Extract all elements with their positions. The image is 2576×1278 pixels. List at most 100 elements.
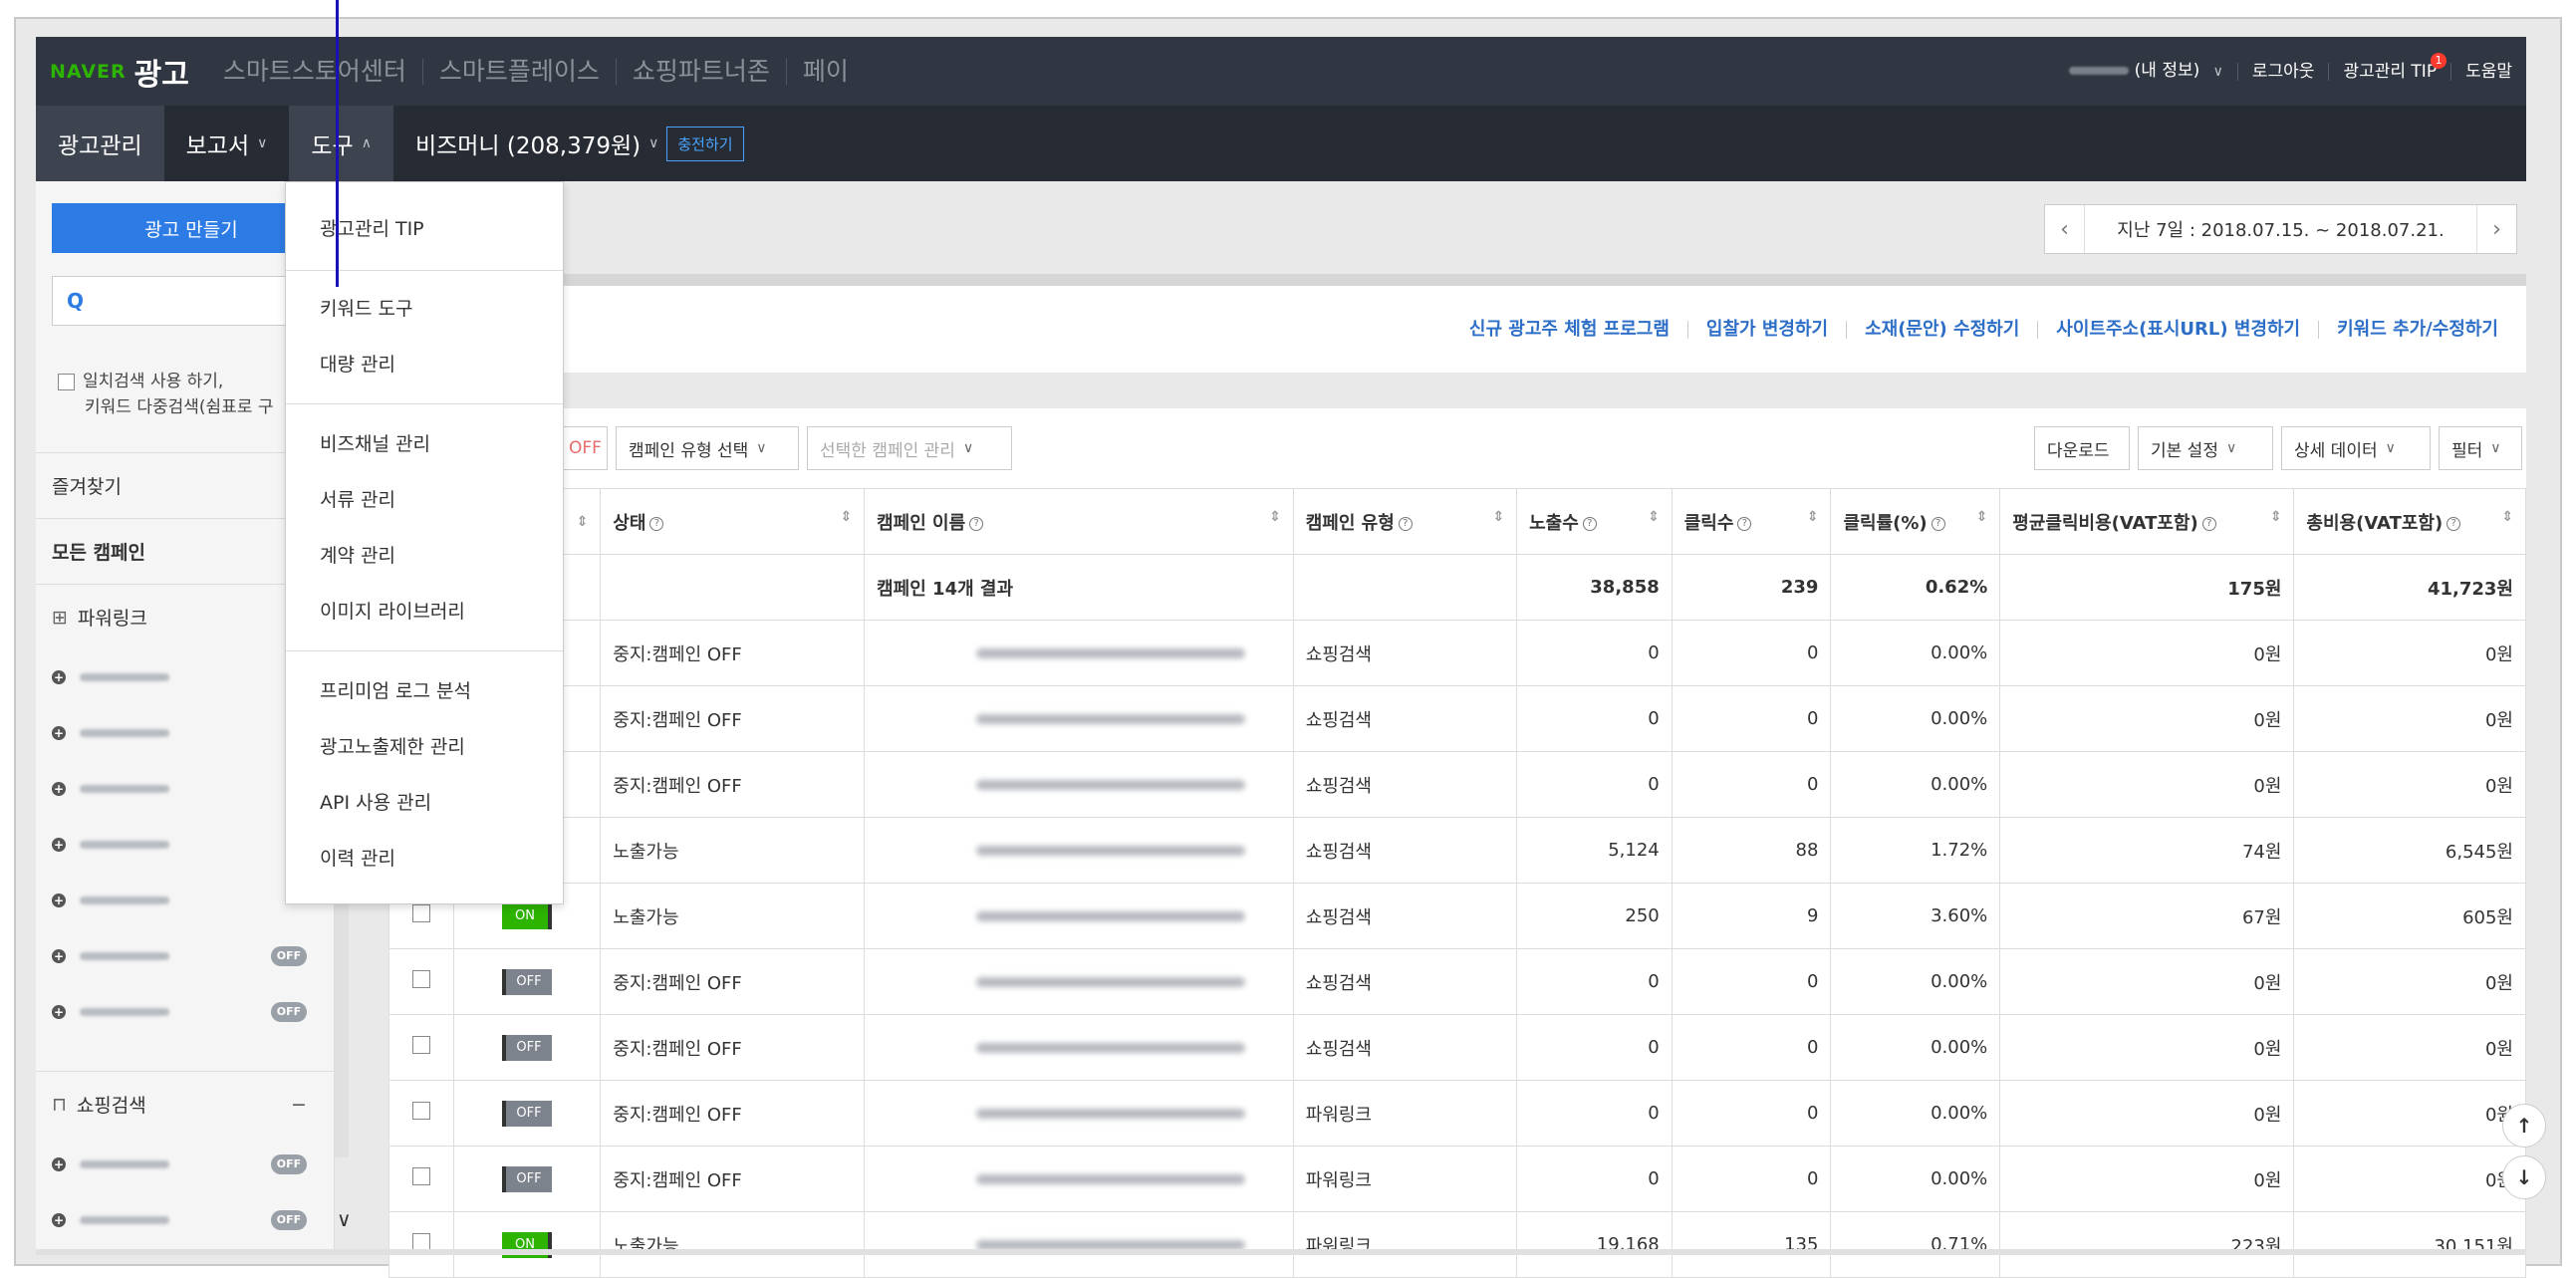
sidebar-shopping-group[interactable]: ⊓ 쇼핑검색 −: [36, 1071, 335, 1137]
blurred-campaign-name[interactable]: [976, 1043, 1246, 1053]
row-campaign-name[interactable]: [864, 751, 1294, 818]
sort-icon[interactable]: ⇕: [1648, 509, 1660, 525]
table-row[interactable]: 중지:캠페인 OFF 쇼핑검색 0 0 0.00% 0원 0원: [388, 620, 2526, 686]
header-campaign-name[interactable]: 캠페인 이름? ⇕: [864, 488, 1294, 555]
row-checkbox[interactable]: [411, 970, 430, 988]
sidebar-campaign-item[interactable]: + OFF: [36, 984, 335, 1040]
header-ctr[interactable]: 클릭률(%)? ⇕: [1830, 488, 2001, 555]
row-campaign-name[interactable]: [864, 685, 1294, 752]
sort-icon[interactable]: ⇕: [840, 509, 852, 525]
selected-campaign-manage[interactable]: 선택한 캠페인 관리 ∨: [807, 426, 1012, 470]
sort-icon[interactable]: ⇕: [577, 514, 589, 530]
sort-icon[interactable]: ⇕: [1492, 509, 1504, 525]
row-checkbox[interactable]: [411, 1102, 430, 1120]
row-checkbox[interactable]: [411, 1167, 430, 1185]
blurred-campaign-name[interactable]: [976, 780, 1246, 790]
horizontal-scrollbar[interactable]: [36, 1249, 2526, 1255]
date-range-text[interactable]: 지난 7일 : 2018.07.15. ~ 2018.07.21.: [2085, 216, 2476, 242]
row-campaign-name[interactable]: [864, 1080, 1294, 1147]
campaign-toggle-off[interactable]: OFF: [271, 1154, 307, 1174]
sort-icon[interactable]: ⇕: [2270, 509, 2282, 525]
header-status[interactable]: 상태? ⇕: [600, 488, 866, 555]
table-row[interactable]: OFF 중지:캠페인 OFF 쇼핑검색 0 0 0.00% 0원 0원: [388, 1014, 2526, 1081]
scroll-top-icon[interactable]: ↑: [2502, 1104, 2546, 1148]
help-icon[interactable]: ?: [969, 516, 984, 531]
blurred-campaign-name[interactable]: [976, 714, 1246, 724]
table-row[interactable]: OFF 중지:캠페인 OFF 쇼핑검색 0 0 0.00% 0원 0원: [388, 948, 2526, 1015]
blurred-campaign-name[interactable]: [976, 977, 1246, 987]
menu-item-keyword-tool[interactable]: 키워드 도구: [320, 294, 412, 321]
help-icon[interactable]: ?: [2201, 516, 2216, 531]
row-campaign-name[interactable]: [864, 620, 1294, 686]
exact-match-checkbox[interactable]: [58, 373, 75, 390]
blurred-campaign-name[interactable]: [976, 1174, 1246, 1184]
filter-dropdown[interactable]: 필터 ∨: [2439, 426, 2522, 470]
my-info-link[interactable]: (내 정보) ∨: [2055, 62, 2237, 81]
sort-icon[interactable]: ⇕: [1269, 509, 1281, 525]
row-checkbox[interactable]: [411, 1036, 430, 1054]
ad-tip-link[interactable]: 광고관리 TIP 1: [2328, 52, 2450, 81]
table-row[interactable]: 중지:캠페인 OFF 쇼핑검색 0 0 0.00% 0원 0원: [388, 685, 2526, 752]
campaign-type-select[interactable]: 캠페인 유형 선택 ∨: [616, 426, 799, 470]
table-row[interactable]: 노출가능 쇼핑검색 5,124 88 1.72% 74원 6,545원: [388, 817, 2526, 884]
help-icon[interactable]: ?: [1931, 516, 1945, 531]
help-icon[interactable]: ?: [1737, 516, 1752, 531]
row-checkbox[interactable]: [411, 904, 430, 922]
blurred-campaign-name[interactable]: [976, 846, 1246, 856]
row-campaign-name[interactable]: [864, 1146, 1294, 1212]
header-avg-cpc[interactable]: 평균클릭비용(VAT포함)? ⇕: [1999, 488, 2295, 555]
nav-tools[interactable]: 도구 ∧: [289, 106, 393, 181]
header-impressions[interactable]: 노출수? ⇕: [1516, 488, 1673, 555]
top-link-smartplace[interactable]: 스마트플레이스: [421, 58, 616, 85]
change-display-url-link[interactable]: 사이트주소(표시URL) 변경하기: [2037, 320, 2318, 339]
blurred-campaign-name[interactable]: [976, 648, 1246, 658]
menu-item-premium-log[interactable]: 프리미엄 로그 분석: [320, 676, 471, 703]
top-link-smartstore[interactable]: 스마트스토어센터: [207, 58, 422, 85]
edit-ad-copy-link[interactable]: 소재(문안) 수정하기: [1846, 320, 2037, 339]
blurred-campaign-name[interactable]: [976, 1109, 1246, 1119]
add-edit-keyword-link[interactable]: 키워드 추가/수정하기: [2318, 320, 2516, 339]
menu-item-image-library[interactable]: 이미지 라이브러리: [320, 597, 465, 624]
chevron-down-icon[interactable]: ∨: [337, 1207, 352, 1231]
row-campaign-name[interactable]: [864, 948, 1294, 1015]
campaign-toggle-off[interactable]: OFF: [271, 946, 307, 966]
menu-item-contracts[interactable]: 계약 관리: [320, 541, 395, 568]
table-row[interactable]: ON 노출가능 파워링크 19,168 135 0.71% 223원 30,151원: [388, 1211, 2526, 1278]
toggle-off-switch[interactable]: OFF: [501, 1100, 552, 1127]
campaign-toggle-off[interactable]: OFF: [271, 1210, 307, 1230]
top-link-pay[interactable]: 페이: [785, 58, 865, 85]
menu-item-history[interactable]: 이력 관리: [320, 844, 395, 871]
new-advertiser-program-link[interactable]: 신규 광고주 체험 프로그램: [1451, 320, 1687, 339]
sort-icon[interactable]: ⇕: [1976, 509, 1988, 525]
menu-item-api[interactable]: API 사용 관리: [320, 788, 431, 815]
campaign-toggle-off[interactable]: OFF: [271, 1002, 307, 1022]
row-campaign-name[interactable]: [864, 1211, 1294, 1278]
help-icon[interactable]: ?: [649, 516, 664, 531]
sidebar-campaign-item[interactable]: + OFF: [36, 1137, 335, 1192]
logout-link[interactable]: 로그아웃: [2236, 62, 2329, 81]
help-icon[interactable]: ?: [1398, 516, 1413, 531]
table-row[interactable]: 중지:캠페인 OFF 쇼핑검색 0 0 0.00% 0원 0원: [388, 751, 2526, 818]
menu-item-documents[interactable]: 서류 관리: [320, 485, 395, 512]
toggle-off-switch[interactable]: OFF: [501, 1165, 552, 1192]
menu-item-exposure-limit[interactable]: 광고노출제한 관리: [320, 732, 465, 759]
detail-data-dropdown[interactable]: 상세 데이터 ∨: [2281, 426, 2431, 470]
nav-ad-manage[interactable]: 광고관리: [36, 106, 164, 181]
charge-button[interactable]: 충전하기: [666, 126, 744, 161]
help-icon[interactable]: ?: [2447, 516, 2461, 531]
help-icon[interactable]: ?: [1582, 516, 1597, 531]
sidebar-campaign-item[interactable]: + OFF: [36, 1192, 335, 1248]
naver-logo[interactable]: NAVER: [50, 61, 127, 83]
table-row[interactable]: OFF 중지:캠페인 OFF 파워링크 0 0 0.00% 0원 0원: [388, 1080, 2526, 1147]
table-row[interactable]: ON 노출가능 쇼핑검색 250 9 3.60% 67원 605원: [388, 883, 2526, 949]
row-campaign-name[interactable]: [864, 1014, 1294, 1081]
collapse-icon[interactable]: −: [291, 1094, 307, 1116]
blurred-campaign-name[interactable]: [976, 911, 1246, 921]
menu-item-bizchannel[interactable]: 비즈채널 관리: [320, 429, 430, 456]
sidebar-campaign-item[interactable]: + OFF: [36, 928, 335, 984]
next-date-arrow-icon[interactable]: ›: [2476, 205, 2516, 253]
prev-date-arrow-icon[interactable]: ‹: [2045, 205, 2085, 253]
menu-item-bulk-manage[interactable]: 대량 관리: [320, 350, 395, 377]
exact-match-option[interactable]: 일치검색 사용 하기, 키워드 다중검색(쉼표로 구: [58, 369, 274, 420]
header-total-cost[interactable]: 총비용(VAT포함)? ⇕: [2293, 488, 2526, 555]
